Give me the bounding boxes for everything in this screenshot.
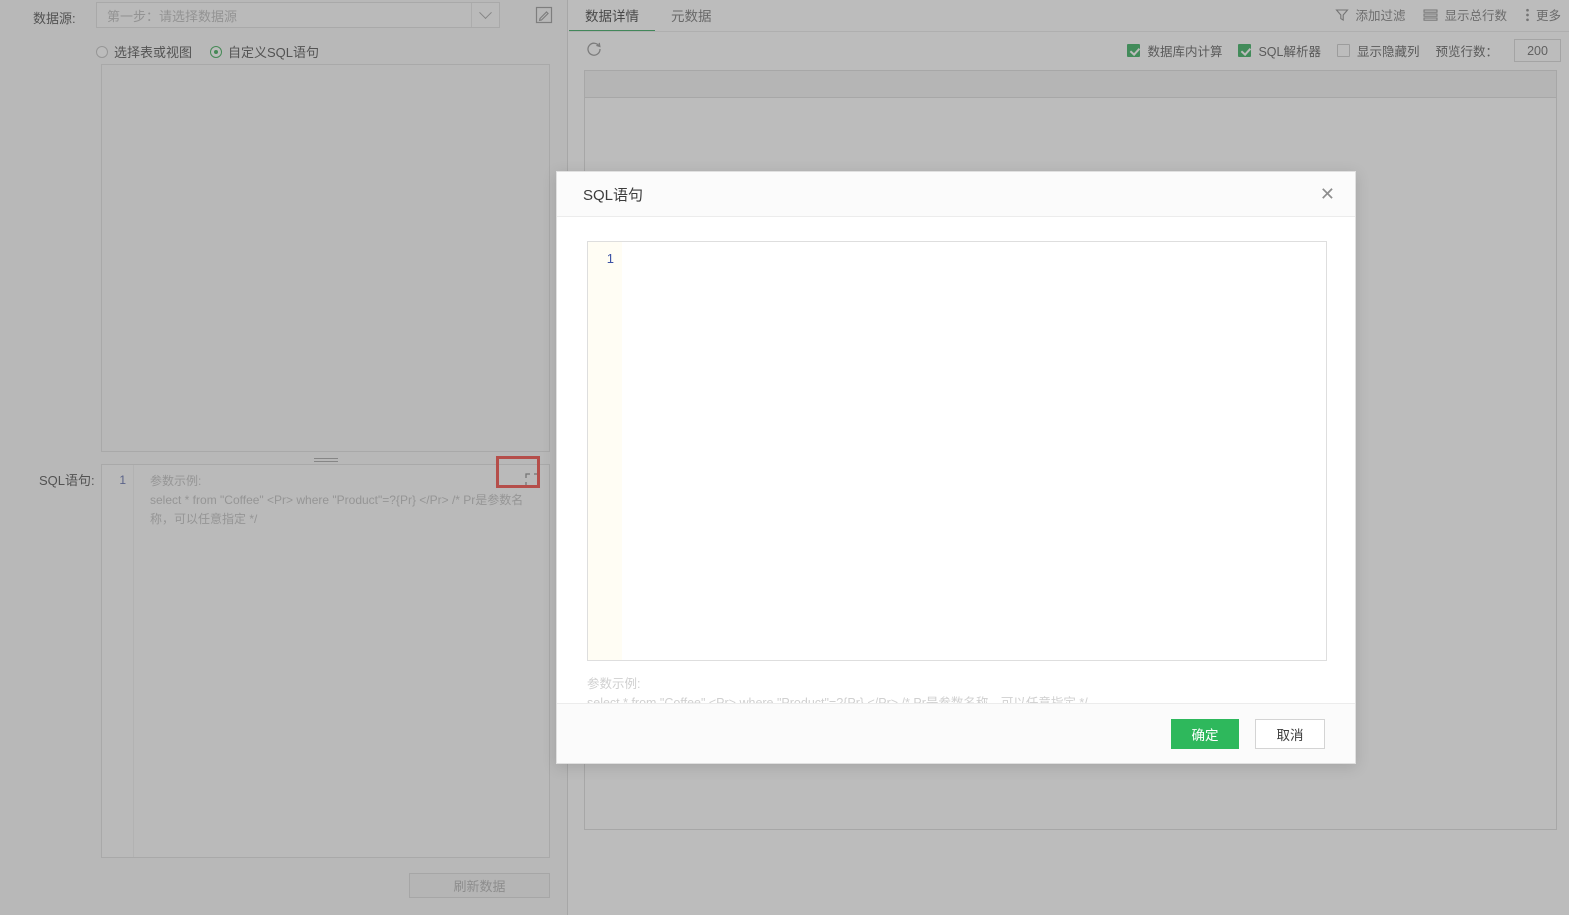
sql-code-editor[interactable]: 1 bbox=[587, 241, 1327, 661]
code-editor-text-area[interactable] bbox=[622, 242, 1326, 660]
dialog-footer: 确定 取消 bbox=[557, 703, 1355, 763]
code-line-number: 1 bbox=[606, 251, 614, 266]
app-root: 数据源: 第一步：请选择数据源 选择表或视图 自定义SQL语句 SQL语句: 1… bbox=[0, 0, 1569, 915]
dialog-header: SQL语句 ✕ bbox=[557, 172, 1355, 217]
sql-statement-dialog: SQL语句 ✕ 1 参数示例: select * from "Coffee" <… bbox=[556, 171, 1356, 764]
dialog-title: SQL语句 bbox=[583, 186, 644, 204]
dialog-body: 1 参数示例: select * from "Coffee" <Pr> wher… bbox=[557, 217, 1355, 710]
confirm-button[interactable]: 确定 bbox=[1171, 718, 1239, 749]
close-x-icon[interactable]: ✕ bbox=[1316, 183, 1339, 205]
cancel-button[interactable]: 取消 bbox=[1255, 718, 1325, 749]
code-editor-gutter: 1 bbox=[588, 242, 622, 660]
dialog-hint-line-1: 参数示例: bbox=[587, 677, 641, 691]
